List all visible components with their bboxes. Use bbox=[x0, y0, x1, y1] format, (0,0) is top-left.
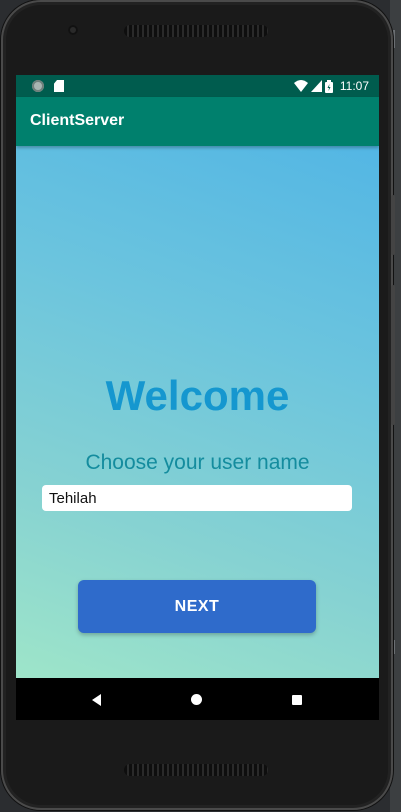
status-bar: 11:07 bbox=[16, 75, 379, 97]
power-button[interactable] bbox=[391, 195, 395, 255]
signal-icon bbox=[310, 80, 322, 92]
emulator-stage: 11:07 ClientServer Welcome Choose your u… bbox=[0, 0, 401, 812]
app-toolbar: ClientServer bbox=[16, 97, 379, 146]
navigation-bar bbox=[16, 678, 379, 720]
username-prompt: Choose your user name bbox=[85, 451, 310, 474]
battery-icon bbox=[324, 79, 333, 93]
status-icons: 11:07 bbox=[293, 75, 369, 97]
phone-screen: 11:07 ClientServer Welcome Choose your u… bbox=[16, 75, 379, 720]
top-speaker-grille bbox=[124, 25, 268, 37]
ide-edge-marker bbox=[393, 640, 401, 654]
phone-frame: 11:07 ClientServer Welcome Choose your u… bbox=[1, 0, 393, 810]
recents-icon[interactable] bbox=[292, 695, 302, 705]
app-title: ClientServer bbox=[30, 112, 125, 129]
ide-edge-marker bbox=[393, 30, 401, 48]
sd-card-icon bbox=[54, 80, 64, 92]
volume-button[interactable] bbox=[391, 285, 395, 425]
username-input[interactable] bbox=[42, 485, 352, 511]
welcome-heading: Welcome bbox=[105, 372, 290, 419]
front-camera-icon bbox=[68, 25, 78, 35]
bottom-speaker-grille bbox=[124, 764, 268, 776]
main-content: Welcome Choose your user name NEXT bbox=[16, 146, 379, 678]
back-icon[interactable] bbox=[92, 694, 101, 706]
status-time: 11:07 bbox=[339, 79, 369, 93]
home-icon[interactable] bbox=[191, 694, 202, 705]
next-button[interactable]: NEXT bbox=[78, 580, 316, 633]
wifi-icon bbox=[293, 80, 308, 92]
sync-circle-icon bbox=[32, 80, 44, 92]
